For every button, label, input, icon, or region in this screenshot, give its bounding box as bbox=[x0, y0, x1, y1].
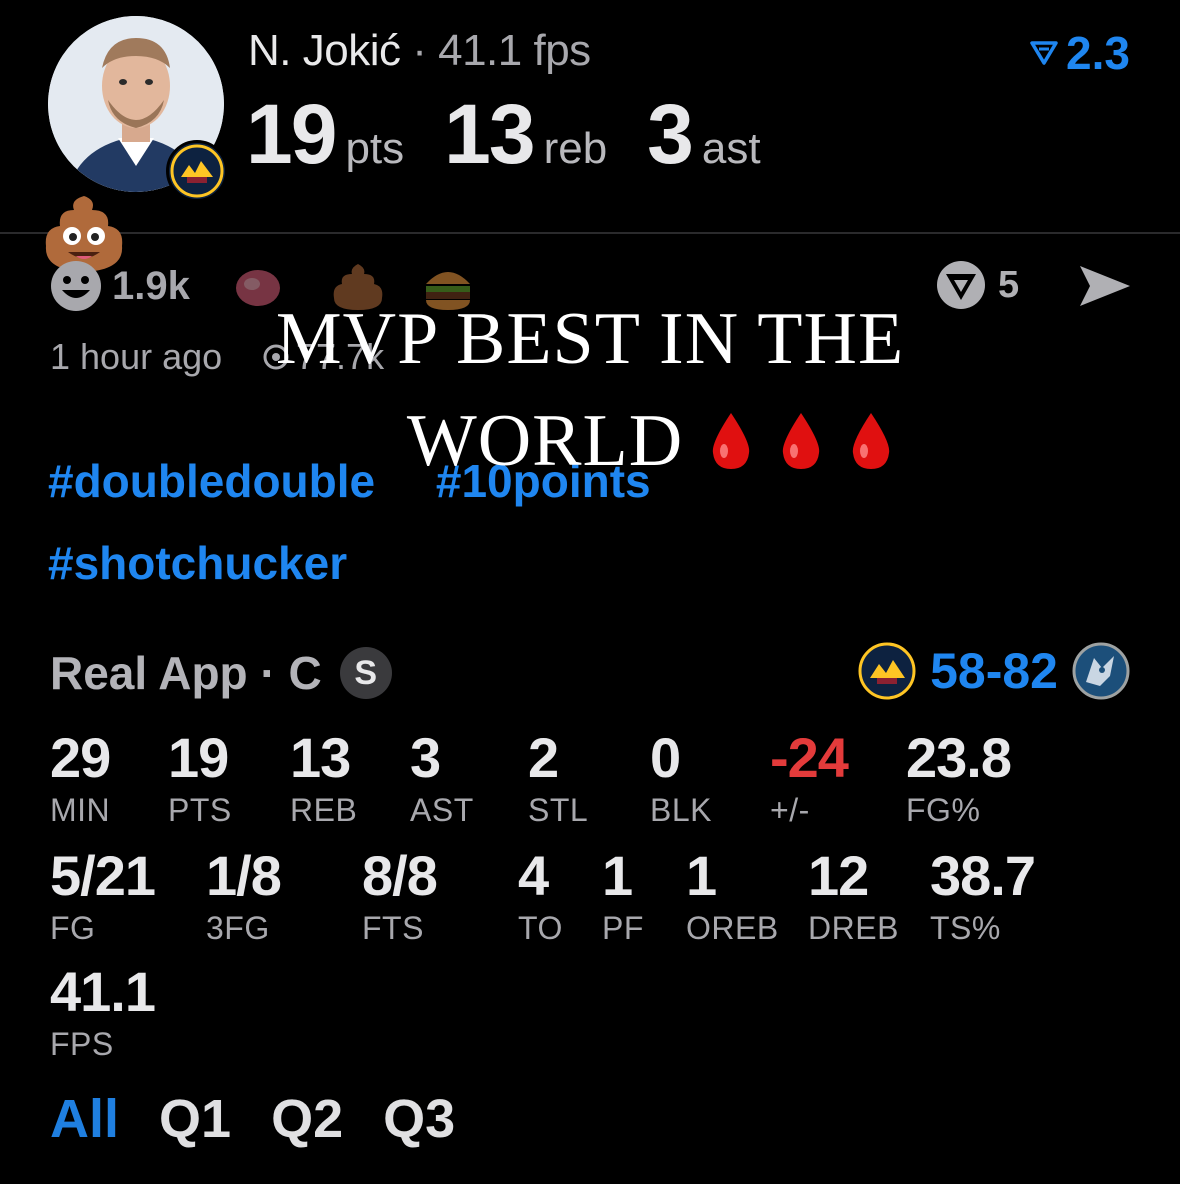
stat-label: REB bbox=[290, 792, 358, 828]
points-unit: pts bbox=[345, 124, 405, 173]
player-title[interactable]: N. Jokić · 41.1 fps bbox=[248, 26, 591, 76]
stat-dreb: 12 DREB bbox=[808, 846, 899, 947]
headline-statline: 19 pts 13 reb 3 ast bbox=[246, 86, 801, 183]
tab-q1[interactable]: Q1 bbox=[159, 1088, 231, 1150]
stat-label: 3FG bbox=[206, 910, 270, 946]
stat-ast: 3 AST bbox=[410, 728, 474, 829]
stat-min: 29 MIN bbox=[50, 726, 111, 829]
smiley-icon[interactable] bbox=[48, 258, 104, 314]
stat-value: -24 bbox=[770, 726, 849, 789]
stat-label: AST bbox=[410, 792, 474, 828]
box-score-source[interactable]: Real App · C S bbox=[50, 646, 392, 700]
nuggets-logo-icon bbox=[166, 140, 228, 202]
drop-of-blood-icon bbox=[709, 396, 753, 469]
assists-unit: ast bbox=[701, 124, 761, 173]
stat-value: 0 bbox=[650, 726, 681, 789]
stat-value: 1 bbox=[686, 844, 717, 907]
stat-stl: 2 STL bbox=[528, 728, 588, 829]
stat-oreb: 1 OREB bbox=[686, 846, 779, 947]
stat-label: FTS bbox=[362, 910, 424, 946]
send-icon bbox=[1080, 266, 1130, 306]
stat-value: 41.1 bbox=[50, 960, 156, 1023]
stat-label: PF bbox=[602, 910, 644, 946]
stat-ts-pct: 38.7 TS% bbox=[930, 844, 1036, 947]
stat-plus-minus: -24 +/- bbox=[770, 726, 849, 829]
period-tabs: All Q1 Q2 Q3 bbox=[50, 1088, 455, 1150]
rank-indicator[interactable]: 2.3 bbox=[1030, 26, 1130, 80]
status-badge: S bbox=[339, 647, 392, 699]
player-name[interactable]: N. Jokić bbox=[248, 26, 401, 75]
stat-reb: 13 REB bbox=[290, 728, 357, 829]
stat-value: 29 bbox=[50, 726, 111, 789]
rebounds-unit: reb bbox=[543, 124, 608, 173]
points-value: 19 bbox=[246, 87, 337, 181]
stat-value: 1/8 bbox=[206, 844, 282, 907]
stat-value: 19 bbox=[168, 726, 229, 789]
stat-value: 12 bbox=[808, 844, 869, 907]
stat-label: PTS bbox=[168, 792, 232, 828]
tab-q2[interactable]: Q2 bbox=[271, 1088, 343, 1150]
stat-label: TS% bbox=[930, 910, 1001, 946]
stat-label: DREB bbox=[808, 910, 899, 946]
rank-arrow-icon bbox=[1030, 41, 1058, 65]
stat-fps: 41.1 FPS bbox=[50, 960, 156, 1063]
header-divider bbox=[0, 232, 1180, 234]
player-fps: 41.1 fps bbox=[438, 26, 591, 75]
stat-value: 5/21 bbox=[50, 844, 156, 907]
stat-label: BLK bbox=[650, 792, 712, 828]
stat-fts: 8/8 FTS bbox=[362, 844, 438, 947]
stat-pf: 1 PF bbox=[602, 846, 644, 947]
stat-label: MIN bbox=[50, 792, 111, 828]
stat-label: FPS bbox=[50, 1026, 114, 1062]
share-button[interactable] bbox=[1076, 262, 1134, 315]
stat-fg-pct: 23.8 FG% bbox=[906, 726, 1012, 829]
reply-count: 5 bbox=[998, 263, 1020, 306]
stat-value: 3 bbox=[410, 726, 441, 789]
rank-value: 2.3 bbox=[1066, 27, 1130, 79]
stat-value: 23.8 bbox=[906, 726, 1012, 789]
stat-value: 8/8 bbox=[362, 844, 438, 907]
drop-of-blood-icon bbox=[779, 396, 823, 469]
stat-to: 4 TO bbox=[518, 846, 563, 947]
story-caption: MVP BEST IN THE WORLD bbox=[180, 288, 1000, 492]
tab-all[interactable]: All bbox=[50, 1088, 119, 1150]
stat-value: 38.7 bbox=[930, 844, 1036, 907]
stat-value: 1 bbox=[602, 844, 633, 907]
caption-line-2: WORLD bbox=[406, 400, 684, 482]
stat-label: OREB bbox=[686, 910, 779, 946]
score-value: 58-82 bbox=[930, 643, 1058, 699]
app-label: Real App · C bbox=[50, 647, 322, 699]
stat-fg: 5/21 FG bbox=[50, 844, 156, 947]
stat-label: TO bbox=[518, 910, 563, 946]
stat-pts: 19 PTS bbox=[168, 728, 232, 829]
stat-value: 4 bbox=[518, 844, 549, 907]
stat-label: +/- bbox=[770, 792, 810, 828]
title-separator: · bbox=[412, 26, 427, 75]
nuggets-logo-icon bbox=[858, 642, 916, 700]
timberwolves-logo-icon bbox=[1072, 642, 1130, 700]
stat-3fg: 1/8 3FG bbox=[206, 844, 282, 947]
stat-label: STL bbox=[528, 792, 589, 828]
drop-of-blood-icon bbox=[849, 396, 893, 469]
stat-label: FG% bbox=[906, 792, 981, 828]
stat-blk: 0 BLK bbox=[650, 728, 712, 829]
game-score[interactable]: 58-82 bbox=[858, 642, 1130, 700]
stat-label: FG bbox=[50, 910, 96, 946]
hashtag-link[interactable]: #shotchucker bbox=[48, 537, 347, 589]
rebounds-value: 13 bbox=[444, 87, 535, 181]
caption-line-1: MVP BEST IN THE bbox=[275, 298, 905, 380]
assists-value: 3 bbox=[647, 87, 694, 181]
reaction-count: 1.9k bbox=[112, 263, 190, 308]
stat-value: 2 bbox=[528, 726, 559, 789]
caption-line-2-wrap: WORLD bbox=[300, 390, 1000, 492]
tab-q3[interactable]: Q3 bbox=[383, 1088, 455, 1150]
stat-value: 13 bbox=[290, 726, 351, 789]
